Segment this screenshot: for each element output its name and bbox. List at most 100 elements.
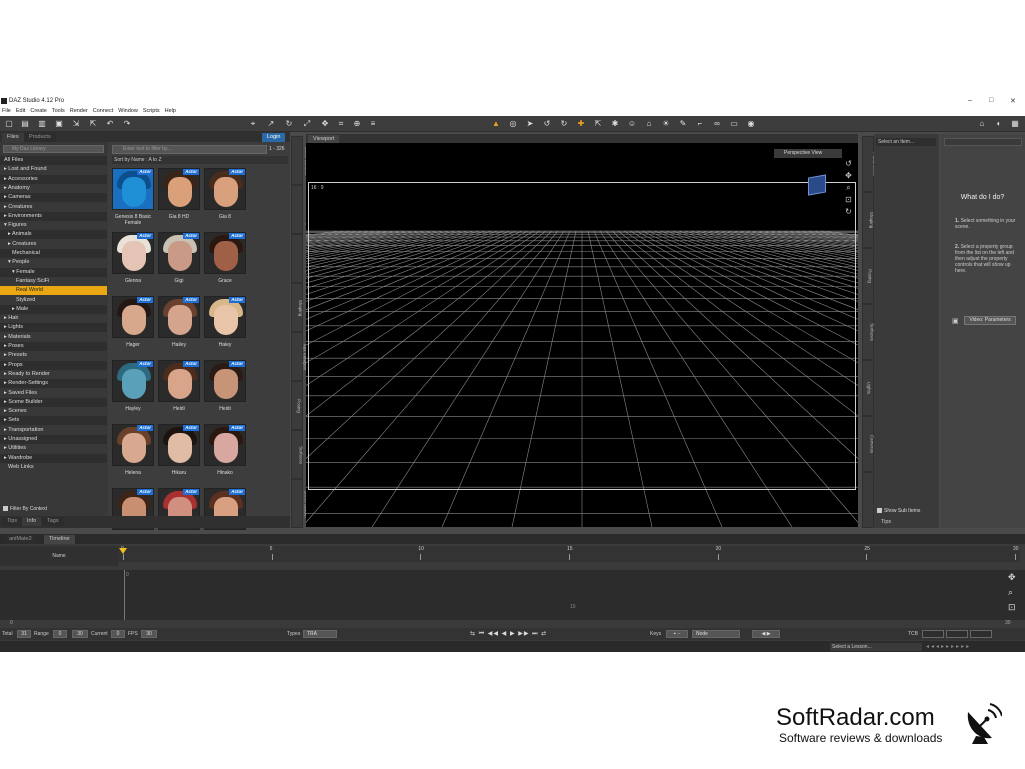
- tree-search-field[interactable]: My Daz Library: [3, 145, 104, 153]
- camera-icon[interactable]: ⌂: [644, 119, 654, 129]
- zoom-icon[interactable]: ⌕: [844, 183, 853, 192]
- key-buttons[interactable]: + −: [666, 630, 688, 638]
- tree-item[interactable]: ▸ Ready to Render: [0, 370, 107, 379]
- lesson-selector[interactable]: Select a Lesson...: [830, 643, 922, 651]
- target-icon[interactable]: ◎: [508, 119, 518, 129]
- tree-item[interactable]: ▸ Scene Builder: [0, 397, 107, 407]
- tab-info[interactable]: Info: [22, 517, 42, 526]
- lesson-nav-buttons[interactable]: ◂◂◂▸▸▸▸▸▸: [926, 643, 971, 650]
- login-button[interactable]: Login: [262, 133, 286, 142]
- tree-item[interactable]: ▾ People: [0, 258, 107, 267]
- figure-icon[interactable]: ☺: [627, 119, 637, 129]
- asset-thumbnail[interactable]: Actor: [158, 360, 200, 402]
- menu-file[interactable]: File: [2, 107, 11, 116]
- tab-timeline[interactable]: Timeline: [44, 535, 75, 544]
- menu-connect[interactable]: Connect: [93, 107, 114, 116]
- eyedropper-icon[interactable]: ⌐: [695, 119, 705, 129]
- menu-scripts[interactable]: Scripts: [143, 107, 160, 116]
- tree-item[interactable]: ▾ Female: [0, 267, 107, 277]
- frame-icon[interactable]: ⊡: [844, 195, 853, 204]
- tree-item[interactable]: Fantasy SciFi: [0, 277, 107, 286]
- timeline-tracks[interactable]: 0 15 ✥ ⌕ ⊡: [0, 570, 1025, 620]
- side-tab[interactable]: Surfaces: [292, 431, 303, 478]
- tree-item[interactable]: ▸ Scenes: [0, 407, 107, 416]
- tree-item[interactable]: ▸ Male: [0, 304, 107, 314]
- side-tab[interactable]: Cameras: [863, 417, 875, 471]
- view-cube[interactable]: [808, 174, 826, 196]
- tree-item[interactable]: ▸ Creatures: [0, 203, 107, 212]
- tree-item[interactable]: Mechanical: [0, 249, 107, 258]
- current-field[interactable]: 0: [111, 630, 125, 638]
- side-tab[interactable]: Aux Viewport: [863, 473, 879, 527]
- tab-files[interactable]: Files: [2, 133, 24, 142]
- move-icon[interactable]: ⇱: [593, 119, 603, 129]
- menu-create[interactable]: Create: [30, 107, 47, 116]
- render-icon[interactable]: ◉: [746, 119, 756, 129]
- asset-thumbnail[interactable]: Actor: [112, 296, 154, 338]
- asset-thumbnail[interactable]: Actor: [204, 424, 246, 466]
- filter-by-context-checkbox[interactable]: Filter By Context: [3, 506, 47, 512]
- tree-item[interactable]: ▸ Render-Settings: [0, 379, 107, 389]
- maximize-button[interactable]: □: [989, 97, 993, 104]
- tree-item[interactable]: ▸ Lights: [0, 323, 107, 333]
- tree-item[interactable]: ▸ Animals: [0, 230, 107, 240]
- video-parameters-button[interactable]: Video: Parameters: [964, 316, 1016, 325]
- geometry-icon[interactable]: ⊕: [352, 119, 362, 129]
- playhead-marker[interactable]: [119, 548, 127, 554]
- range-start-field[interactable]: 0: [53, 630, 67, 638]
- tab-products[interactable]: Products: [24, 133, 56, 142]
- tree-item[interactable]: ▸ Environments: [0, 211, 107, 221]
- open-icon[interactable]: ▤: [20, 119, 30, 129]
- minimize-button[interactable]: –: [968, 97, 972, 104]
- tree-item[interactable]: ▸ Creatures: [0, 240, 107, 249]
- tree-item[interactable]: ▸ Wardrobe: [0, 453, 107, 463]
- new-file-icon[interactable]: ▢: [4, 119, 14, 129]
- link-icon[interactable]: ∞: [712, 119, 722, 129]
- universal-tool-icon[interactable]: ✚: [576, 119, 586, 129]
- tree-item[interactable]: ▸ Hair: [0, 314, 107, 323]
- tree-item[interactable]: Real World: [0, 286, 107, 296]
- pointer-icon[interactable]: ➤: [525, 119, 535, 129]
- layout-icon[interactable]: ▦: [1010, 119, 1020, 129]
- tree-item[interactable]: ▸ Cameras: [0, 193, 107, 203]
- save-icon[interactable]: ▣: [54, 119, 64, 129]
- close-button[interactable]: ✕: [1010, 97, 1016, 105]
- tree-item[interactable]: ▸ Accessories: [0, 174, 107, 184]
- scale-icon[interactable]: ⤢: [302, 119, 312, 129]
- node-select-icon[interactable]: ⌖: [248, 119, 258, 129]
- undo-icon[interactable]: ↶: [105, 119, 115, 129]
- reset-view-icon[interactable]: ↻: [844, 207, 853, 216]
- keys-dropdown[interactable]: Node: [692, 630, 740, 638]
- side-tab[interactable]: Posing: [863, 249, 873, 303]
- menu-tools[interactable]: Tools: [52, 107, 65, 116]
- tree-item[interactable]: ▸ Poses: [0, 342, 107, 351]
- tab-tips-right[interactable]: Tips: [876, 518, 897, 527]
- user-icon[interactable]: ◐: [994, 119, 1004, 129]
- asset-thumbnail[interactable]: Actor: [204, 232, 246, 274]
- tree-item[interactable]: ▾ Figures: [0, 221, 107, 230]
- side-tab[interactable]: Shaping: [863, 193, 874, 247]
- 3d-viewport[interactable]: 16 : 9 Perspective View ↺ ✥ ⌕ ⊡ ↻: [306, 143, 858, 527]
- asset-thumbnail[interactable]: Actor: [204, 360, 246, 402]
- pan-icon[interactable]: ✥: [844, 171, 853, 180]
- tree-item[interactable]: ▸ Props: [0, 360, 107, 370]
- tab-tips[interactable]: Tips: [2, 517, 23, 526]
- side-tab[interactable]: Smart Content: [292, 137, 309, 184]
- show-sub-items-checkbox[interactable]: Show Sub Items: [877, 508, 920, 514]
- zoom-keys-icon[interactable]: ⌕: [1008, 587, 1013, 598]
- tab-animate2[interactable]: aniMate2: [4, 535, 37, 544]
- translate-icon[interactable]: ↗: [266, 119, 276, 129]
- tree-item[interactable]: ▸ Anatomy: [0, 184, 107, 193]
- item-selector[interactable]: Select an Item...: [876, 138, 936, 146]
- tree-item[interactable]: ▸ Utilities: [0, 444, 107, 453]
- rotate-tool-icon[interactable]: ↺: [542, 119, 552, 129]
- fps-field[interactable]: 30: [141, 630, 157, 638]
- asset-thumbnail[interactable]: Actor: [204, 296, 246, 338]
- menu-window[interactable]: Window: [118, 107, 138, 116]
- tree-item[interactable]: ▸ Materials: [0, 333, 107, 342]
- move-keys-icon[interactable]: ✥: [1008, 572, 1016, 583]
- light-icon[interactable]: ☀: [661, 119, 671, 129]
- side-tab[interactable]: Content Library: [292, 186, 310, 233]
- asset-thumbnail[interactable]: Actor: [112, 168, 154, 210]
- list-icon[interactable]: ≡: [368, 119, 378, 129]
